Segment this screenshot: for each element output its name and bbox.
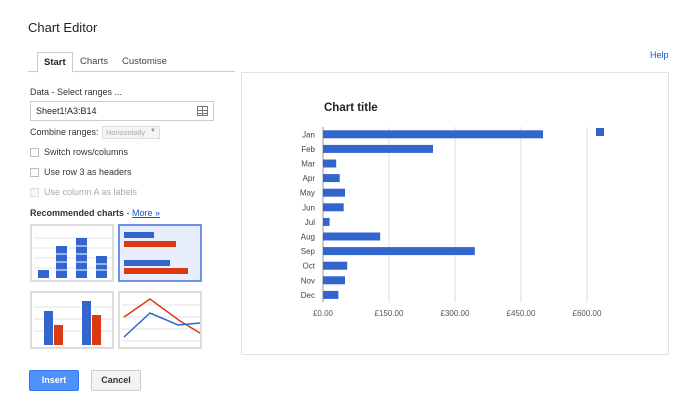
bar xyxy=(323,247,475,256)
chart-preview: Chart title £0.00 £150.00 £300.00 £450.00 £60… xyxy=(241,72,669,355)
y-tick-label: Aug xyxy=(301,233,315,242)
bar-chart: Chart title £0.00 £150.00 £300.00 £450.00 £60… xyxy=(300,102,604,318)
use-row-headers-label: Use row 3 as headers xyxy=(44,167,132,177)
tab-customise[interactable]: Customise xyxy=(116,52,173,72)
select-range-icon[interactable] xyxy=(197,106,208,116)
y-tick-label: Feb xyxy=(301,145,315,154)
y-tick-label: Jul xyxy=(305,218,315,227)
y-tick-label: Oct xyxy=(303,262,316,271)
thumb-line-chart[interactable] xyxy=(118,291,202,349)
bar xyxy=(323,232,381,241)
bar xyxy=(323,144,433,153)
switch-rows-columns-checkbox[interactable] xyxy=(30,148,39,157)
x-tick-label: £450.00 xyxy=(507,309,536,318)
chart-title: Chart title xyxy=(324,102,378,114)
combine-ranges-value: Horizontally xyxy=(106,128,146,137)
y-tick-label: Dec xyxy=(301,291,315,300)
thumb-bar-chart[interactable] xyxy=(118,224,202,282)
bar xyxy=(323,203,344,212)
bar xyxy=(323,159,337,168)
y-tick-label: Nov xyxy=(301,276,315,285)
legend-swatch xyxy=(596,128,604,136)
bar xyxy=(323,290,339,299)
y-tick-label: Apr xyxy=(303,174,316,183)
use-row-headers-checkbox[interactable] xyxy=(30,168,39,177)
tab-charts[interactable]: Charts xyxy=(74,52,114,72)
range-input[interactable]: Sheet1!A3:B14 xyxy=(30,101,214,121)
x-tick-label: £300.00 xyxy=(441,309,470,318)
y-tick-label: Sep xyxy=(301,247,316,256)
insert-button[interactable]: Insert xyxy=(29,370,79,391)
tab-bar: Start Charts Customise xyxy=(28,52,235,73)
y-tick-label: Mar xyxy=(301,160,315,169)
chevron-down-icon: ▼ xyxy=(150,128,156,134)
bar xyxy=(323,261,348,270)
more-charts-link[interactable]: More » xyxy=(132,208,160,218)
y-tick-label: May xyxy=(300,189,315,198)
recommended-charts-heading: Recommended charts - More » xyxy=(30,208,160,218)
dialog-title: Chart Editor xyxy=(28,20,98,35)
combine-ranges-label: Combine ranges: xyxy=(30,127,99,137)
thumb-stacked-column-chart[interactable] xyxy=(30,224,114,282)
y-tick-label: Jan xyxy=(302,130,315,139)
tab-start[interactable]: Start xyxy=(37,52,73,73)
x-tick-label: £150.00 xyxy=(375,309,404,318)
range-value: Sheet1!A3:B14 xyxy=(36,106,97,116)
x-tick-label: £600.00 xyxy=(573,309,602,318)
x-tick-label: £0.00 xyxy=(313,309,334,318)
bar xyxy=(323,276,345,285)
recommended-charts-label: Recommended charts xyxy=(30,208,125,218)
bar xyxy=(323,130,543,139)
bar xyxy=(323,174,340,183)
bar xyxy=(323,188,345,197)
bar xyxy=(323,217,330,226)
y-tick-label: Jun xyxy=(302,203,315,212)
recommended-separator: - xyxy=(124,208,133,218)
thumb-column-chart[interactable] xyxy=(30,291,114,349)
combine-ranges-select[interactable]: Horizontally ▼ xyxy=(102,126,160,139)
switch-rows-columns-label: Switch rows/columns xyxy=(44,147,129,157)
data-ranges-label: Data - Select ranges ... xyxy=(30,87,123,97)
help-link[interactable]: Help xyxy=(650,50,669,60)
use-column-labels-checkbox xyxy=(30,188,39,197)
use-column-labels-label: Use column A as labels xyxy=(44,187,138,197)
cancel-button[interactable]: Cancel xyxy=(91,370,141,391)
